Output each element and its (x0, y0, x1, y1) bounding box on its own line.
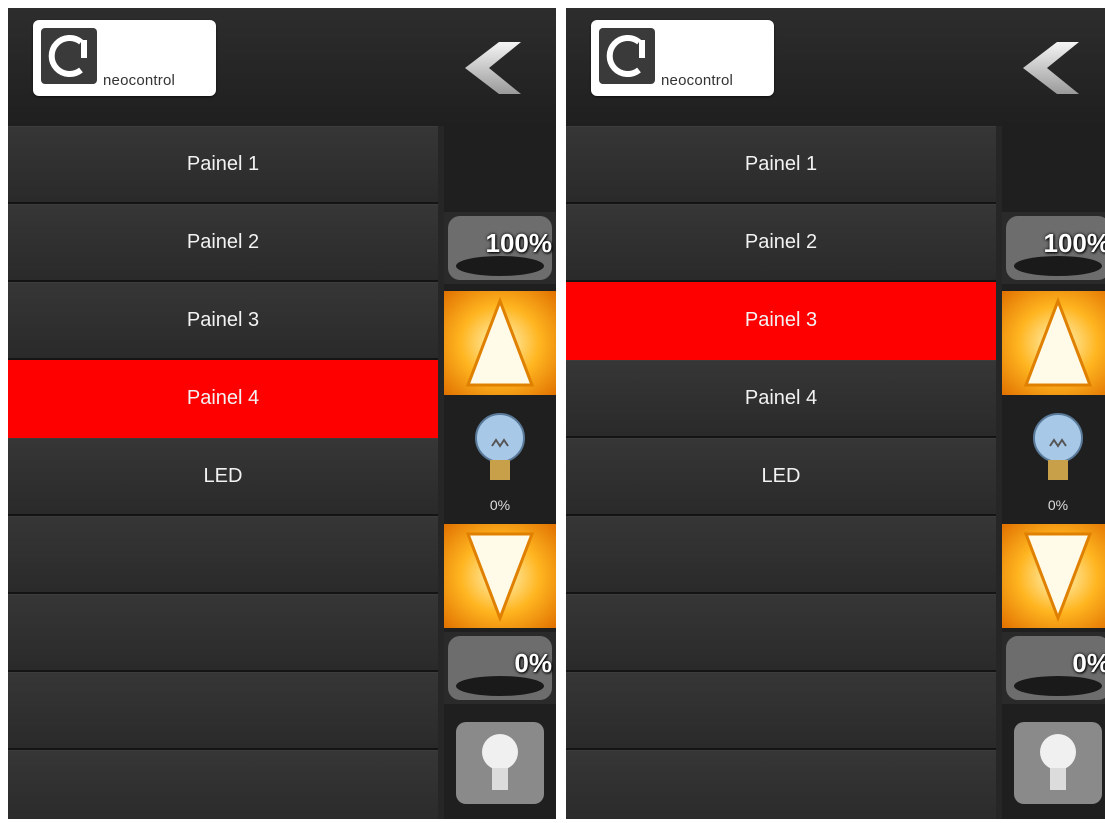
panel-row[interactable]: Painel 1 (566, 126, 996, 204)
panel-row-selected[interactable]: Painel 3 (566, 282, 996, 360)
triangle-down-icon (465, 532, 535, 623)
triangle-up-icon (465, 296, 535, 387)
dimmer-max-button[interactable]: 100% (444, 212, 556, 284)
panel-row[interactable]: Painel 2 (566, 204, 996, 282)
panel-row-empty[interactable] (566, 516, 996, 594)
light-level-label: 0% (489, 497, 511, 513)
top-bar: neocontrol (8, 8, 556, 126)
panel-row-empty[interactable] (8, 672, 438, 750)
lightbulb-toggle-icon (1014, 722, 1102, 804)
chevron-left-icon (1023, 42, 1079, 94)
light-status: 0% (444, 400, 556, 520)
panel-row-empty[interactable] (8, 750, 438, 819)
triangle-down-icon (1023, 532, 1093, 623)
dimmer-up-button[interactable] (1002, 291, 1105, 395)
lightbulb-icon (1033, 413, 1083, 480)
logo-text: neocontrol (103, 72, 176, 89)
panel-row[interactable]: Painel 2 (8, 204, 438, 282)
light-toggle-button[interactable] (1002, 718, 1105, 808)
dimmer-min-label: 0% (1072, 648, 1105, 678)
panel-row-empty[interactable] (566, 672, 996, 750)
dimmer-min-button[interactable]: 0% (1002, 632, 1105, 704)
top-bar: neocontrol (566, 8, 1105, 126)
neocontrol-logo: neocontrol (33, 20, 216, 96)
panel-row[interactable]: Painel 4 (566, 360, 996, 438)
chevron-left-icon (465, 42, 521, 94)
panel-row-empty[interactable] (566, 594, 996, 672)
back-button[interactable] (463, 38, 523, 98)
triangle-up-icon (1023, 296, 1093, 387)
panel-row-empty[interactable] (8, 594, 438, 672)
dimmer-min-button[interactable]: 0% (444, 632, 556, 704)
neocontrol-logo-icon (41, 28, 97, 84)
lightbulb-toggle-icon (456, 722, 544, 804)
dimmer-sidebar: 100% 0% 0% (444, 126, 556, 819)
panel-list: Painel 1 Painel 2 Painel 3 Painel 4 LED (566, 126, 996, 819)
dimmer-down-button[interactable] (444, 524, 556, 628)
dimmer-max-label: 100% (1043, 228, 1105, 258)
panel-row-empty[interactable] (566, 750, 996, 819)
screen-right: neocontrol Painel 1 Painel 2 Painel 3 Pa… (566, 8, 1105, 819)
screen-left: neocontrol Painel 1 Painel 2 Painel 3 Pa… (8, 8, 556, 819)
dimmer-up-button[interactable] (444, 291, 556, 395)
panel-list: Painel 1 Painel 2 Painel 3 Painel 4 LED (8, 126, 438, 819)
lightbulb-icon (475, 413, 525, 480)
logo-text: neocontrol (661, 72, 734, 89)
panel-row[interactable]: Painel 3 (8, 282, 438, 360)
dimmer-max-label: 100% (485, 228, 553, 258)
dimmer-min-label: 0% (514, 648, 552, 678)
panel-row-selected[interactable]: Painel 4 (8, 360, 438, 438)
neocontrol-logo-icon (599, 28, 655, 84)
panel-row[interactable]: Painel 1 (8, 126, 438, 204)
panel-row[interactable]: LED (566, 438, 996, 516)
light-level-label: 0% (1047, 497, 1069, 513)
dimmer-sidebar: 100% 0% 0% (1002, 126, 1105, 819)
dimmer-down-button[interactable] (1002, 524, 1105, 628)
dimmer-max-button[interactable]: 100% (1002, 212, 1105, 284)
neocontrol-logo: neocontrol (591, 20, 774, 96)
light-status: 0% (1002, 400, 1105, 520)
panel-row-empty[interactable] (8, 516, 438, 594)
back-button[interactable] (1021, 38, 1081, 98)
panel-row[interactable]: LED (8, 438, 438, 516)
light-toggle-button[interactable] (444, 718, 556, 808)
